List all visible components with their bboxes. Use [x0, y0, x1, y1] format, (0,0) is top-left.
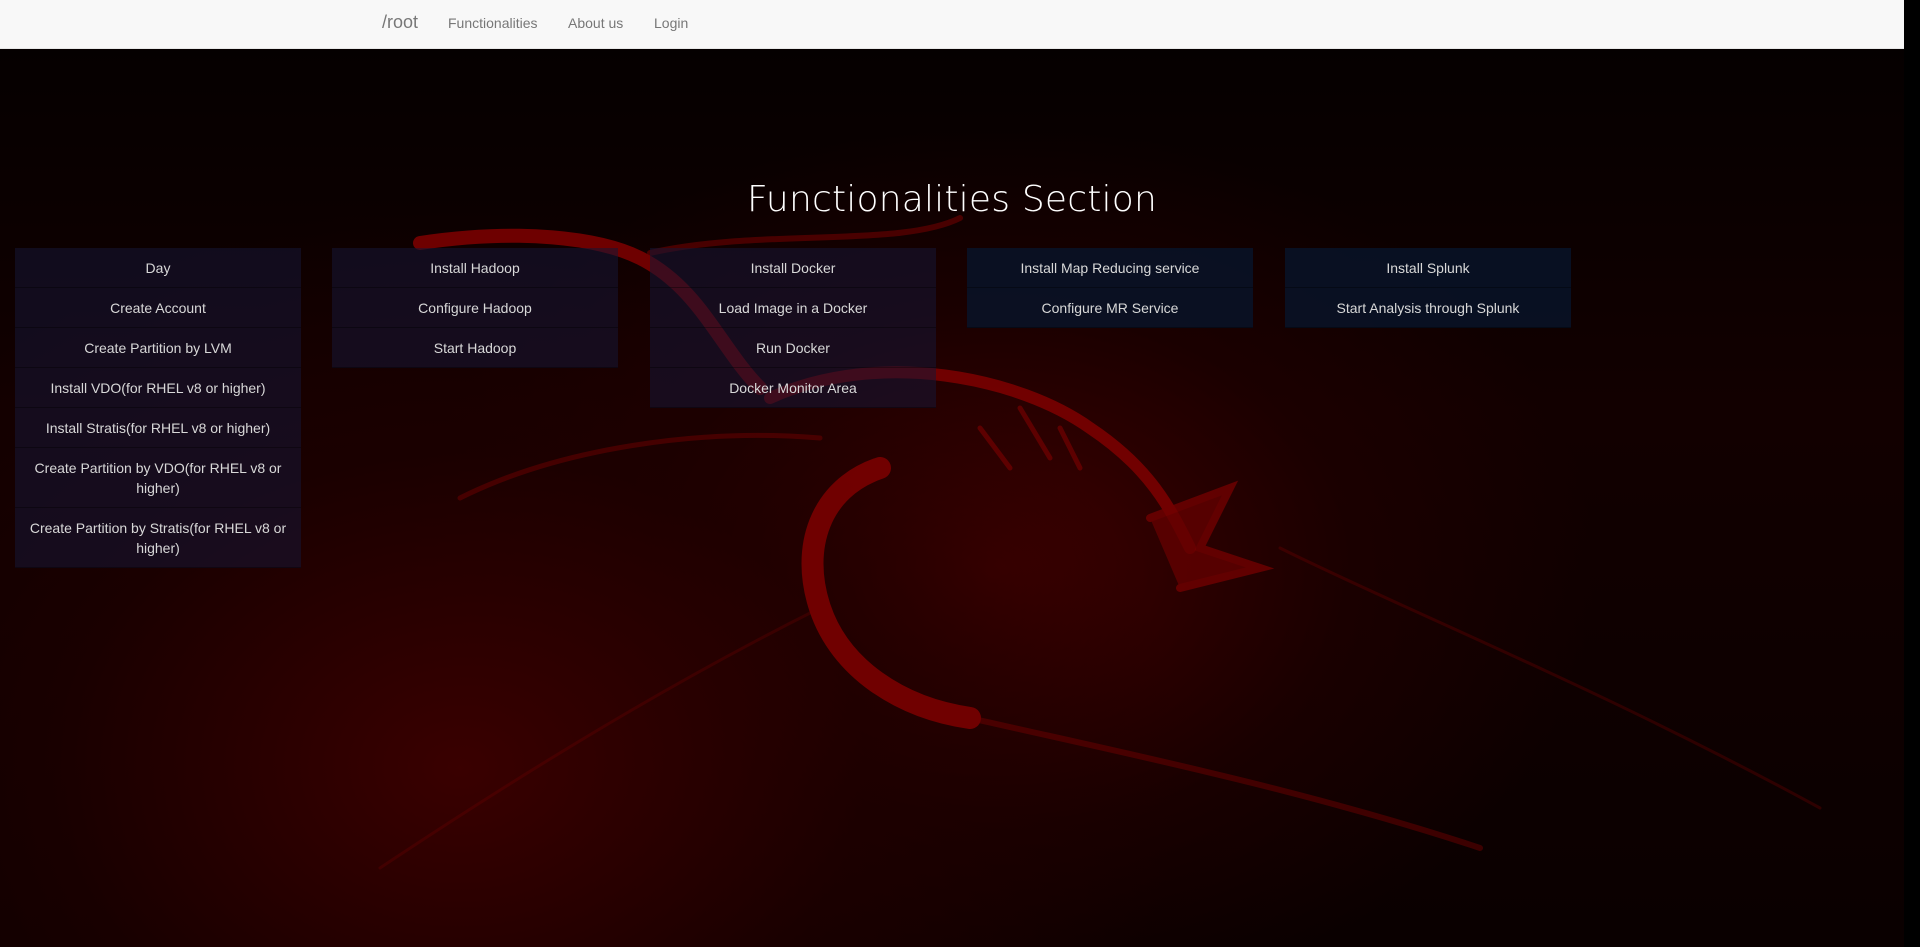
- menu-storage: Day Create Account Create Partition by L…: [15, 248, 301, 568]
- menu-item-install-stratis[interactable]: Install Stratis(for RHEL v8 or higher): [15, 408, 301, 448]
- menu-item-load-image-docker[interactable]: Load Image in a Docker: [650, 288, 936, 328]
- menu-hadoop: Install Hadoop Configure Hadoop Start Ha…: [332, 248, 618, 368]
- menu-item-create-partition-vdo[interactable]: Create Partition by VDO(for RHEL v8 or h…: [15, 448, 301, 508]
- menu-map-reduce: Install Map Reducing service Configure M…: [967, 248, 1253, 328]
- menu-item-start-analysis-splunk[interactable]: Start Analysis through Splunk: [1285, 288, 1571, 328]
- menu-item-install-hadoop[interactable]: Install Hadoop: [332, 248, 618, 288]
- menu-item-create-partition-stratis[interactable]: Create Partition by Stratis(for RHEL v8 …: [15, 508, 301, 568]
- menu-item-install-map-reducing[interactable]: Install Map Reducing service: [967, 248, 1253, 288]
- nav-link-about-us[interactable]: About us: [568, 15, 623, 31]
- brand-link[interactable]: /root: [382, 12, 418, 33]
- menu-item-install-vdo[interactable]: Install VDO(for RHEL v8 or higher): [15, 368, 301, 408]
- nav-link-functionalities[interactable]: Functionalities: [448, 15, 538, 31]
- menu-item-start-hadoop[interactable]: Start Hadoop: [332, 328, 618, 368]
- menu-item-run-docker[interactable]: Run Docker: [650, 328, 936, 368]
- menu-item-install-splunk[interactable]: Install Splunk: [1285, 248, 1571, 288]
- navbar: /root Functionalities About us Login: [0, 0, 1904, 49]
- menu-item-create-partition-lvm[interactable]: Create Partition by LVM: [15, 328, 301, 368]
- page: /root Functionalities About us Login Fun…: [0, 0, 1920, 947]
- menu-item-docker-monitor-area[interactable]: Docker Monitor Area: [650, 368, 936, 408]
- section-title: Functionalities Section: [746, 179, 1157, 221]
- nav-link-login[interactable]: Login: [654, 15, 688, 31]
- menu-item-configure-hadoop[interactable]: Configure Hadoop: [332, 288, 618, 328]
- menu-docker: Install Docker Load Image in a Docker Ru…: [650, 248, 936, 408]
- menu-item-install-docker[interactable]: Install Docker: [650, 248, 936, 288]
- menu-item-create-account[interactable]: Create Account: [15, 288, 301, 328]
- menu-item-day[interactable]: Day: [15, 248, 301, 288]
- menu-splunk: Install Splunk Start Analysis through Sp…: [1285, 248, 1571, 328]
- menu-item-configure-mr[interactable]: Configure MR Service: [967, 288, 1253, 328]
